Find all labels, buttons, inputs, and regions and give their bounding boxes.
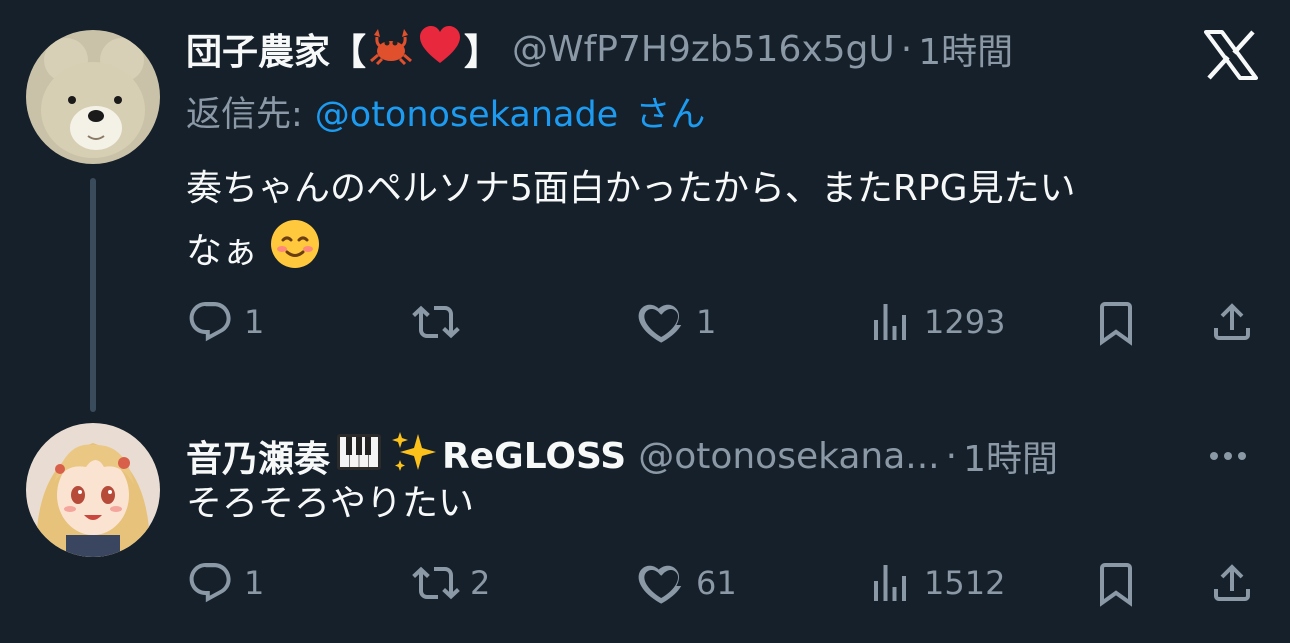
display-name[interactable]: 団子農家【 】 — [186, 23, 500, 75]
views-count: 1512 — [924, 564, 1006, 602]
reply-mention-link[interactable]: @otonosekanade — [315, 95, 618, 135]
views-count: 1293 — [924, 303, 1006, 341]
separator-dot: · — [945, 435, 958, 477]
views-icon — [874, 304, 906, 340]
views-button[interactable]: 1512 — [866, 553, 1005, 613]
tweet-text-line: そろそろやりたい — [186, 483, 475, 524]
reply-count: 1 — [244, 564, 265, 602]
like-button[interactable]: 61 — [638, 553, 737, 613]
avatar[interactable] — [26, 423, 160, 557]
more-icon[interactable] — [1210, 431, 1246, 481]
views-button[interactable]: 1293 — [866, 292, 1005, 352]
display-name-text: 団子農家【 — [186, 32, 367, 73]
bookmark-icon — [1100, 302, 1132, 346]
timestamp[interactable]: 1時間 — [918, 23, 1013, 75]
like-count: 61 — [696, 564, 737, 602]
heart-icon — [638, 565, 682, 604]
retweet-count: 2 — [470, 564, 491, 602]
user-handle[interactable]: @otonosekana... — [638, 436, 939, 477]
tweet[interactable]: 団子農家【 】 @WfP7H9zb516x5gU · 1時間 返信先: @oto… — [0, 0, 1290, 415]
red-heart-icon — [418, 25, 462, 74]
share-button[interactable] — [1208, 292, 1256, 352]
piano-keys-icon — [336, 432, 382, 481]
tweet[interactable]: 音乃瀬奏 ReGLOSS @otonosekana... · 1時間 そろそろや… — [0, 415, 1290, 643]
display-name-suffix: 】 — [464, 32, 501, 73]
reply-count: 1 — [244, 303, 265, 341]
retweet-icon — [412, 566, 460, 600]
avatar-teddy-bear-image — [26, 30, 160, 164]
tweet-actions: 1 1 1293 — [186, 292, 1266, 352]
more-dot — [1210, 452, 1218, 460]
tweet-text-line: 奏ちゃんのペルソナ5面白かったから、またRPG見たい — [186, 168, 1076, 209]
separator-dot: · — [900, 28, 913, 70]
tweet-text: そろそろやりたい — [186, 475, 1246, 533]
tweet-text: 奏ちゃんのペルソナ5面白かったから、またRPG見たい なぁ — [186, 160, 1246, 288]
retweet-button[interactable]: 2 — [412, 553, 490, 613]
thread-line — [90, 178, 96, 412]
avatar[interactable] — [26, 30, 160, 164]
reply-suffix: さん — [635, 95, 706, 135]
reply-context: 返信先: @otonosekanade さん — [186, 86, 705, 137]
like-count: 1 — [696, 303, 717, 341]
avatar-anime-girl-image — [26, 423, 160, 557]
bookmark-icon — [1100, 563, 1132, 607]
reply-icon — [189, 563, 231, 603]
share-icon — [1214, 564, 1250, 601]
more-dot — [1224, 452, 1232, 460]
heart-icon — [638, 304, 682, 343]
reply-prefix: 返信先: — [186, 95, 303, 135]
bookmark-button[interactable] — [1092, 292, 1140, 352]
tweet-actions: 1 2 61 1512 — [186, 553, 1266, 613]
bookmark-button[interactable] — [1092, 553, 1140, 613]
user-handle[interactable]: @WfP7H9zb516x5gU — [512, 29, 895, 70]
tweet-header: 音乃瀬奏 ReGLOSS @otonosekana... · 1時間 — [186, 431, 1058, 481]
retweet-button[interactable] — [412, 292, 470, 352]
more-dot — [1238, 452, 1246, 460]
retweet-icon — [412, 305, 460, 339]
affiliation: ReGLOSS — [442, 435, 627, 477]
tweet-header: 団子農家【 】 @WfP7H9zb516x5gU · 1時間 — [186, 24, 1013, 74]
x-logo-icon[interactable] — [1204, 30, 1258, 80]
tweet-text-line-2: なぁ — [186, 218, 1246, 288]
tweet-text-fragment: なぁ — [186, 231, 259, 272]
reply-icon — [189, 302, 231, 342]
reply-button[interactable]: 1 — [186, 553, 264, 613]
crab-icon — [368, 25, 414, 74]
share-icon — [1214, 303, 1250, 340]
views-icon — [874, 565, 906, 601]
smiling-face-icon — [269, 218, 321, 288]
reply-button[interactable]: 1 — [186, 292, 264, 352]
share-button[interactable] — [1208, 553, 1256, 613]
like-button[interactable]: 1 — [638, 292, 716, 352]
